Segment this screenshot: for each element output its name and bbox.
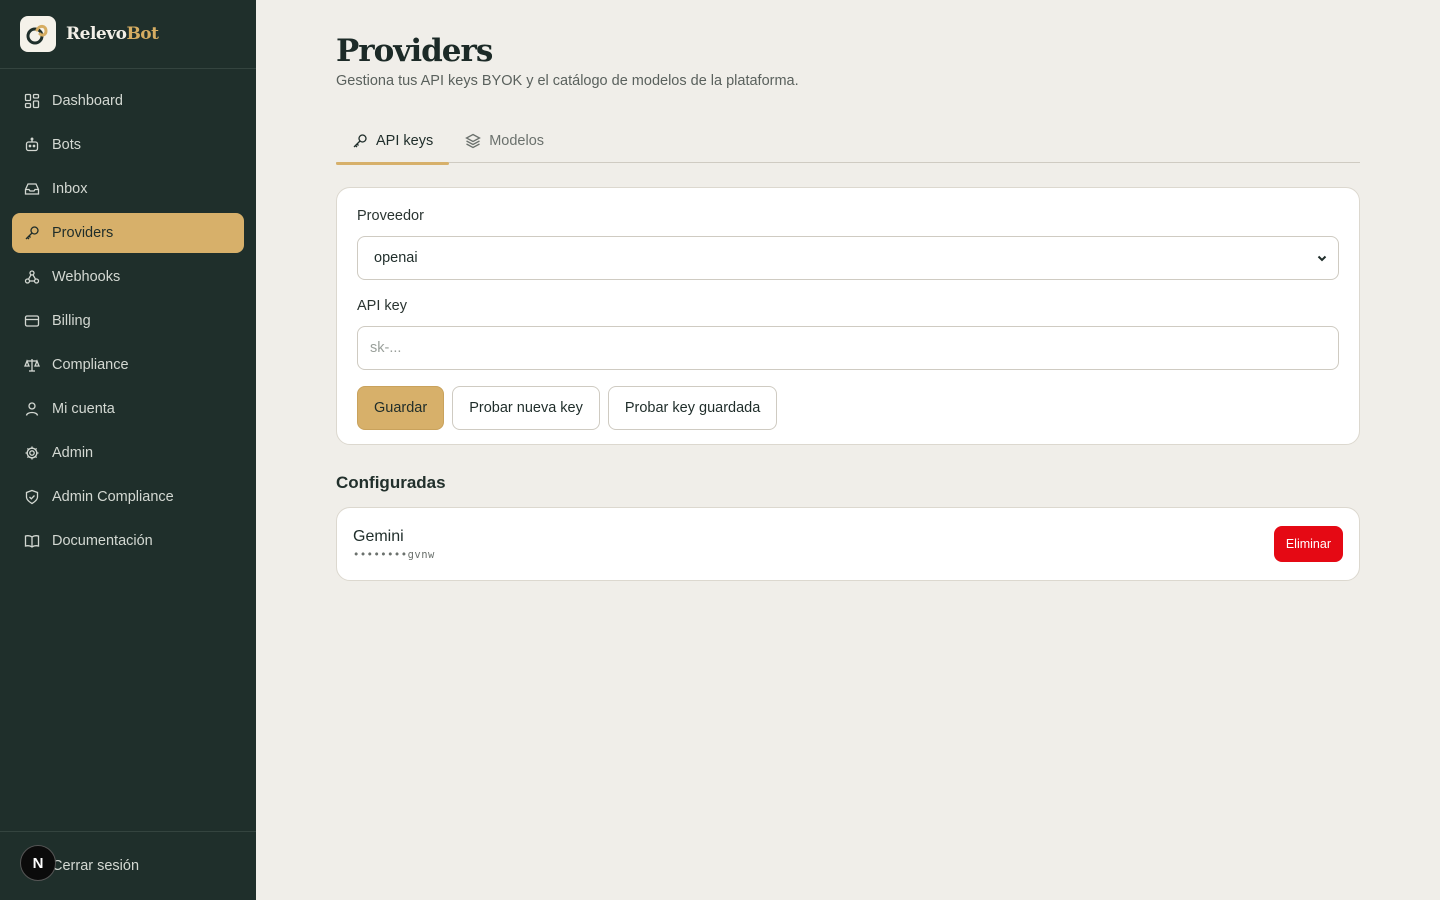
sidebar-footer: Cerrar sesión N xyxy=(0,831,256,900)
api-key-label: API key xyxy=(357,298,407,314)
save-button[interactable]: Guardar xyxy=(357,386,445,430)
avatar[interactable]: N xyxy=(20,845,56,881)
bot-icon xyxy=(25,137,39,152)
gear-icon xyxy=(25,446,39,460)
masked-api-key: ••••••••gvnw xyxy=(353,548,435,561)
inbox-icon xyxy=(24,183,40,195)
sidebar-item-label: Compliance xyxy=(52,357,129,373)
dashboard-grid-icon xyxy=(24,93,40,109)
scale-icon xyxy=(24,359,40,372)
list-item: Gemini ••••••••gvnw Eliminar xyxy=(336,507,1360,581)
sidebar-item-mi-cuenta[interactable]: Mi cuenta xyxy=(12,389,244,429)
sidebar-item-label: Admin xyxy=(52,445,94,461)
provider-label: Proveedor xyxy=(357,208,424,224)
sidebar-item-compliance[interactable]: Compliance xyxy=(12,345,244,385)
configured-section-title: Configuradas xyxy=(336,473,446,492)
sidebar-item-label: Mi cuenta xyxy=(52,401,115,417)
provider-name: Gemini xyxy=(353,527,404,545)
api-key-input[interactable] xyxy=(357,326,1339,370)
sidebar-item-admin-compliance[interactable]: Admin Compliance xyxy=(12,477,244,517)
provider-info: Gemini ••••••••gvnw xyxy=(353,528,435,561)
api-key-form: Proveedor openai API key Guardar Probar … xyxy=(336,187,1360,445)
credit-card-icon xyxy=(24,315,40,327)
shield-check-icon xyxy=(25,489,39,505)
form-actions: Guardar Probar nueva key Probar key guar… xyxy=(357,386,1339,430)
tab-label: Modelos xyxy=(489,133,545,149)
sidebar-item-label: Bots xyxy=(52,137,82,153)
sidebar-item-providers[interactable]: Providers xyxy=(12,213,244,253)
delete-button[interactable]: Eliminar xyxy=(1273,526,1343,562)
page-subtitle: Gestiona tus API keys BYOK y el catálogo… xyxy=(336,73,799,89)
brand[interactable]: RelevoBot xyxy=(0,0,256,69)
tab-api-keys[interactable]: API keys xyxy=(336,119,450,165)
test-new-key-button[interactable]: Probar nueva key xyxy=(452,386,600,430)
sidebar-item-label: Dashboard xyxy=(52,93,123,109)
sidebar-item-label: Webhooks xyxy=(52,269,121,285)
webhook-icon xyxy=(24,270,40,284)
sidebar-item-label: Documentación xyxy=(52,533,153,549)
provider-select-value: openai xyxy=(374,250,418,266)
sidebar-item-inbox[interactable]: Inbox xyxy=(12,169,244,209)
page-title: Providers xyxy=(336,33,493,69)
layers-icon xyxy=(465,133,482,149)
sidebar-item-admin[interactable]: Admin xyxy=(12,433,244,473)
chevron-down-icon xyxy=(1317,255,1327,262)
sidebar-item-webhooks[interactable]: Webhooks xyxy=(12,257,244,297)
test-saved-key-button[interactable]: Probar key guardada xyxy=(607,386,778,430)
tab-modelos[interactable]: Modelos xyxy=(449,119,560,163)
sidebar-item-label: Inbox xyxy=(52,181,88,197)
sidebar-item-label: Providers xyxy=(52,225,114,241)
logout-button[interactable]: Cerrar sesión xyxy=(52,858,139,874)
brand-name: RelevoBot xyxy=(66,24,159,44)
key-icon xyxy=(25,226,39,240)
relevobot-logo-icon xyxy=(20,16,56,52)
tab-bar: API keys Modelos xyxy=(336,119,1360,165)
sidebar-item-dashboard[interactable]: Dashboard xyxy=(12,81,244,121)
sidebar-item-label: Admin Compliance xyxy=(52,489,174,505)
sidebar: RelevoBot Dashboard Bots Inbox Providers… xyxy=(0,0,256,900)
book-icon xyxy=(24,535,40,548)
user-icon xyxy=(25,402,39,416)
sidebar-item-label: Billing xyxy=(52,313,91,329)
provider-select[interactable]: openai xyxy=(357,236,1339,280)
key-icon xyxy=(353,134,367,148)
sidebar-nav: Dashboard Bots Inbox Providers Webhooks … xyxy=(0,69,256,561)
sidebar-item-billing[interactable]: Billing xyxy=(12,301,244,341)
sidebar-item-documentacion[interactable]: Documentación xyxy=(12,521,244,561)
tab-label: API keys xyxy=(376,133,434,149)
main-content: Providers Gestiona tus API keys BYOK y e… xyxy=(336,0,1360,581)
sidebar-item-bots[interactable]: Bots xyxy=(12,125,244,165)
